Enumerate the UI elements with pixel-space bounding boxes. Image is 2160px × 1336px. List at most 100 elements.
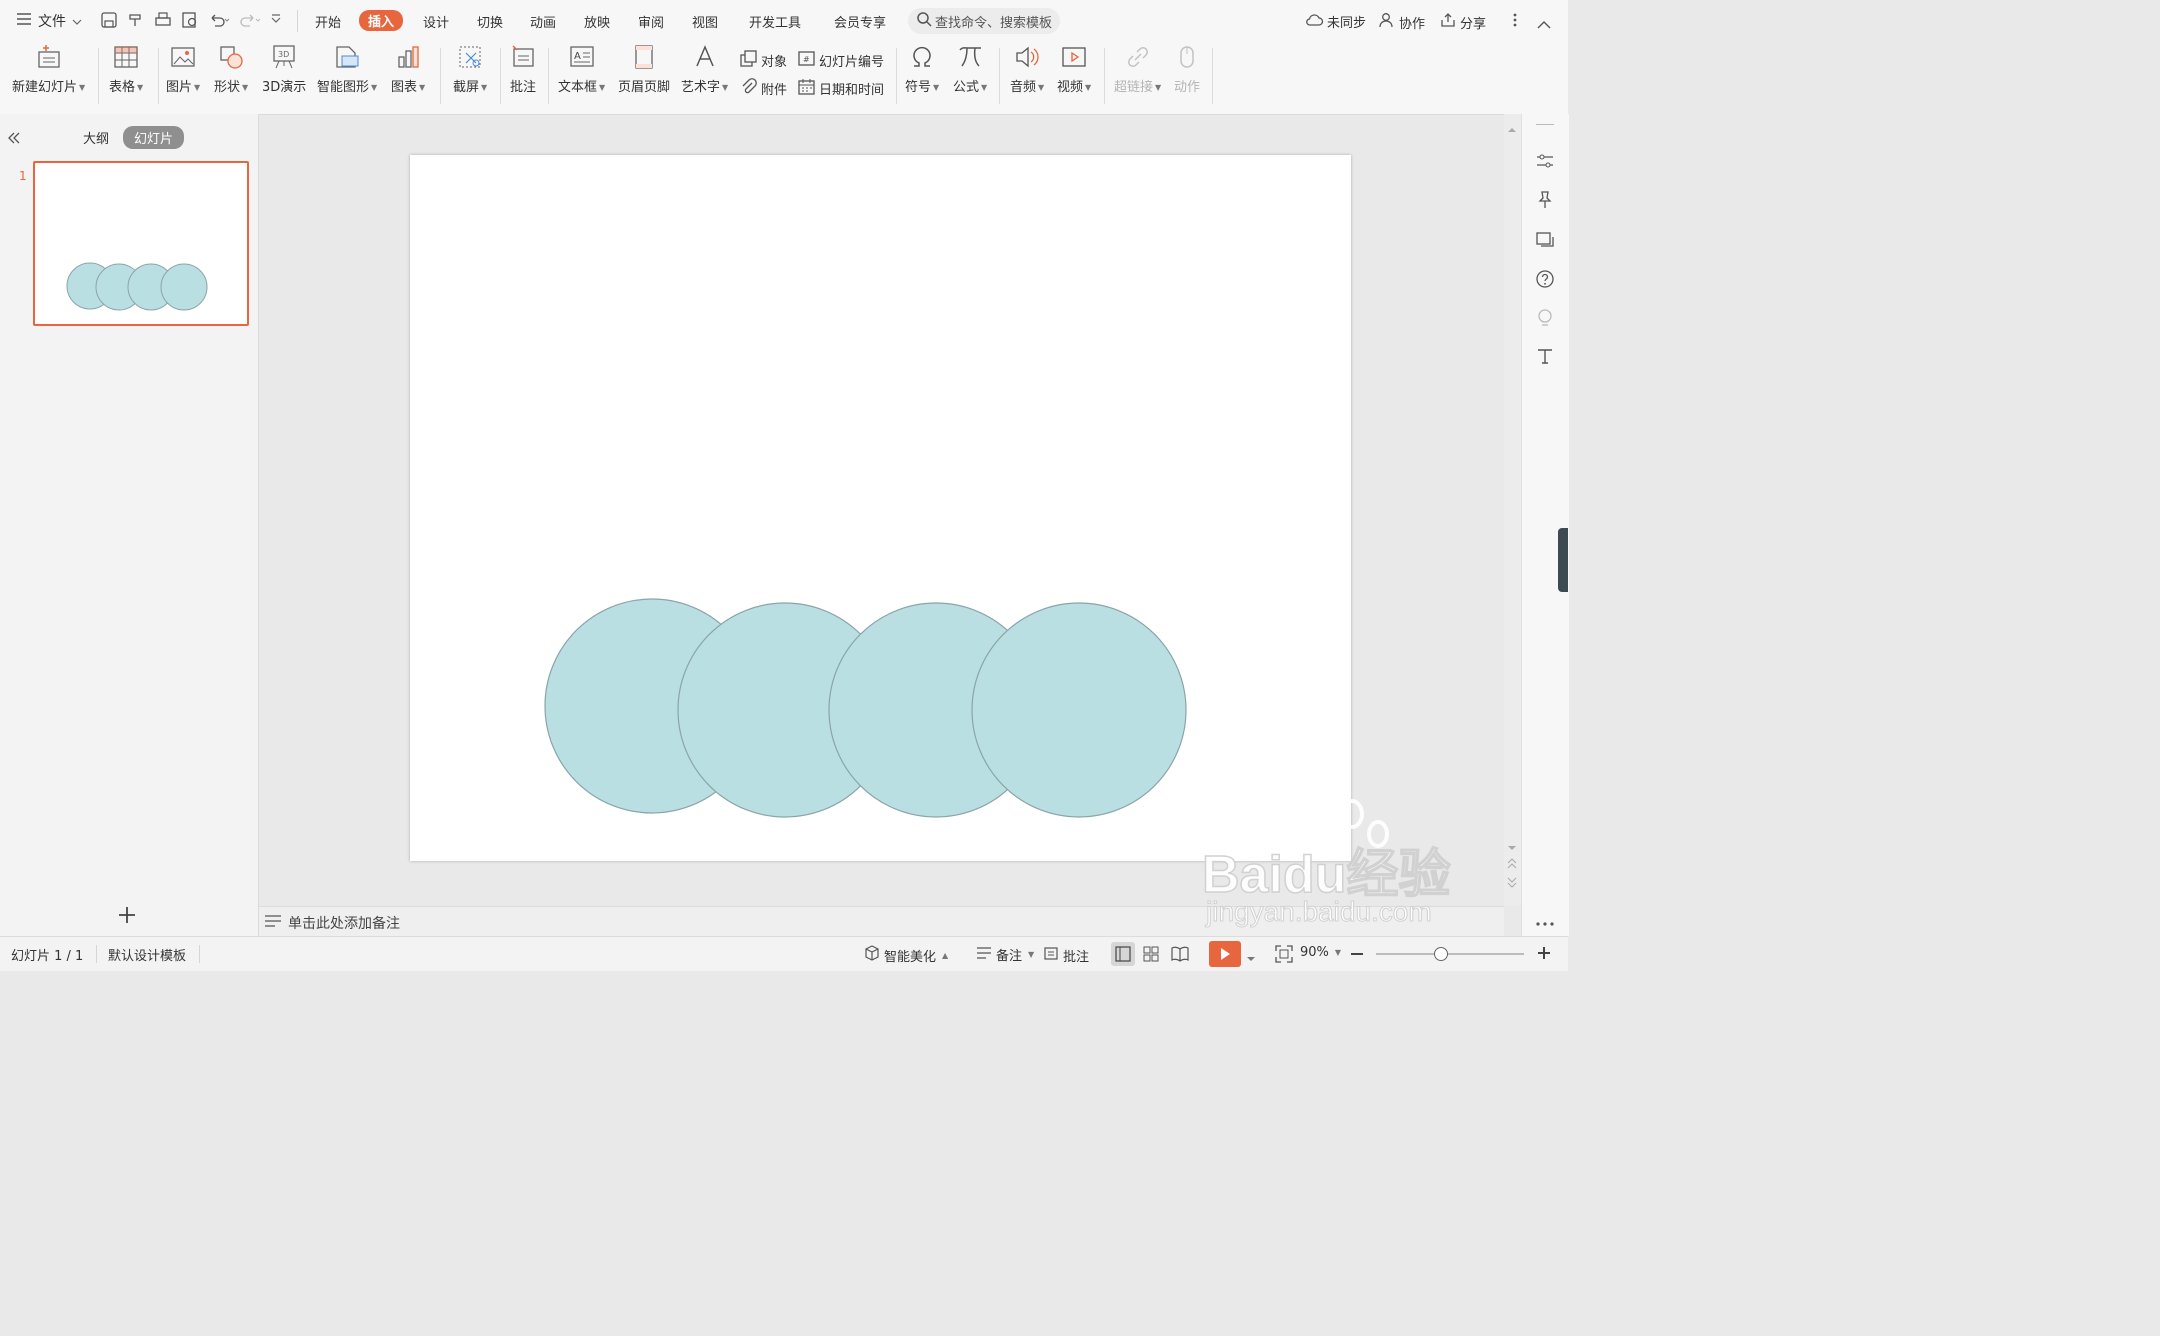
sync-status[interactable]: 未同步 <box>1305 12 1366 31</box>
command-search[interactable]: 查找命令、搜索模板 <box>908 8 1060 34</box>
properties-icon[interactable] <box>1535 151 1555 175</box>
circle-shape-4[interactable] <box>971 602 1187 818</box>
add-slide-button[interactable] <box>118 906 136 928</box>
slide-number-button[interactable]: # 幻灯片编号 <box>798 50 884 71</box>
scroll-up-icon[interactable] <box>1508 118 1516 137</box>
vertical-scrollbar[interactable] <box>1504 114 1521 906</box>
tab-review[interactable]: 审阅 <box>638 12 664 31</box>
tab-start[interactable]: 开始 <box>315 12 341 31</box>
print-icon[interactable] <box>154 11 172 33</box>
reading-view-icon[interactable] <box>1171 946 1189 966</box>
omega-icon <box>909 44 935 70</box>
tab-membership[interactable]: 会员专享 <box>834 12 886 31</box>
floating-widget[interactable] <box>1558 528 1568 592</box>
notes-pane[interactable]: 单击此处添加备注 <box>259 906 1504 937</box>
play-slideshow-button[interactable] <box>1209 941 1241 967</box>
smart-beautify-button[interactable]: 智能美化 ▲ <box>864 945 948 965</box>
customize-toolbar-icon[interactable] <box>270 11 282 33</box>
tab-transition[interactable]: 切换 <box>477 12 503 31</box>
textbox-button[interactable]: A 文本框 ▼ <box>558 44 605 95</box>
smart-art-button[interactable]: 智能图形 ▼ <box>317 44 377 95</box>
redo-icon[interactable] <box>239 11 261 33</box>
formula-label: 公式 <box>953 80 980 95</box>
chart-button[interactable]: 图表 ▼ <box>391 44 425 95</box>
picture-button[interactable]: 图片 ▼ <box>166 44 200 95</box>
zoom-slider-thumb[interactable] <box>1434 947 1448 961</box>
collapse-panel-icon[interactable] <box>8 129 20 148</box>
shape-button[interactable]: 形状 ▼ <box>214 44 248 95</box>
file-menu[interactable]: 文件 <box>16 11 82 31</box>
wordart-button[interactable]: 艺术字 ▼ <box>681 44 728 95</box>
slide-sorter-icon[interactable] <box>1143 946 1159 966</box>
hyperlink-button[interactable]: 超链接 ▼ <box>1114 44 1161 95</box>
notes-toggle-icon <box>976 946 992 964</box>
drag-handle <box>1536 124 1554 125</box>
hyperlink-label: 超链接 <box>1114 80 1154 95</box>
new-slide-button[interactable]: 新建幻灯片 ▼ <box>12 44 85 95</box>
tab-insert[interactable]: 插入 <box>359 10 404 31</box>
object-button[interactable]: 对象 <box>740 50 787 71</box>
notes-icon <box>264 914 282 932</box>
header-footer-label: 页眉页脚 <box>618 80 671 95</box>
divider <box>96 945 97 963</box>
normal-view-icon[interactable] <box>1111 942 1135 966</box>
more-options-icon[interactable] <box>1512 12 1518 32</box>
share-button[interactable]: 分享 <box>1440 12 1486 32</box>
audio-label: 音频 <box>1010 80 1037 95</box>
table-button[interactable]: 表格 ▼ <box>109 44 143 95</box>
tab-view[interactable]: 视图 <box>692 12 718 31</box>
lightbulb-icon[interactable] <box>1535 308 1555 332</box>
tab-developer[interactable]: 开发工具 <box>749 12 801 31</box>
header-footer-button[interactable]: 页眉页脚 <box>618 44 670 95</box>
format-painter-icon[interactable] <box>127 11 145 33</box>
divider <box>500 48 501 104</box>
zoom-out-icon[interactable] <box>1351 953 1363 955</box>
date-time-button[interactable]: 日期和时间 <box>798 78 884 99</box>
scroll-down-icon[interactable] <box>1508 836 1516 855</box>
3d-demo-button[interactable]: 3D 3D演示 <box>262 44 306 95</box>
tab-slides[interactable]: 幻灯片 <box>123 126 185 149</box>
collaborate-button[interactable]: 协作 <box>1379 12 1425 32</box>
picture-label: 图片 <box>166 80 193 95</box>
zoom-in-icon[interactable] <box>1538 947 1550 963</box>
more-tools-icon[interactable] <box>1535 912 1555 931</box>
screenshot-button[interactable]: 截屏 ▼ <box>453 44 487 95</box>
action-button[interactable]: 动作 <box>1174 44 1200 95</box>
zoom-slider[interactable] <box>1376 947 1524 961</box>
print-preview-icon[interactable] <box>181 11 199 33</box>
save-icon[interactable] <box>100 11 118 33</box>
collapse-ribbon-icon[interactable] <box>1537 14 1551 33</box>
tab-slideshow[interactable]: 放映 <box>584 12 610 31</box>
header-footer-icon <box>631 44 657 70</box>
slideshow-options-icon[interactable] <box>1247 951 1255 966</box>
link-icon <box>1125 44 1151 70</box>
pin-icon[interactable] <box>1535 190 1555 214</box>
help-icon[interactable] <box>1535 269 1555 293</box>
comments-toggle-button[interactable]: 批注 <box>1043 945 1089 965</box>
slide-thumbnail[interactable] <box>33 161 249 326</box>
tab-animation[interactable]: 动画 <box>530 12 556 31</box>
next-slide-icon[interactable] <box>1507 872 1517 891</box>
prev-slide-icon[interactable] <box>1507 854 1517 873</box>
zoom-level[interactable]: 90% ▼ <box>1300 945 1341 960</box>
undo-icon[interactable] <box>208 11 230 33</box>
fit-to-window-icon[interactable] <box>1275 945 1293 967</box>
tab-design[interactable]: 设计 <box>423 12 449 31</box>
audio-button[interactable]: 音频 ▼ <box>1010 44 1044 95</box>
symbol-button[interactable]: 符号 ▼ <box>905 44 939 95</box>
slide-switch-icon[interactable] <box>1535 229 1555 253</box>
formula-button[interactable]: 公式 ▼ <box>953 44 987 95</box>
search-input[interactable]: 查找命令、搜索模板 <box>935 12 1052 31</box>
template-name[interactable]: 默认设计模板 <box>108 945 186 964</box>
comment-button[interactable]: 批注 <box>510 44 536 95</box>
slide-canvas[interactable] <box>410 155 1351 861</box>
notes-toggle-button[interactable]: 备注 ▼ <box>976 945 1034 964</box>
text-format-icon[interactable] <box>1536 347 1554 369</box>
tab-outline[interactable]: 大纲 <box>83 128 109 147</box>
picture-icon <box>170 44 196 70</box>
attachment-button[interactable]: 附件 <box>740 78 787 99</box>
svg-text:A: A <box>574 51 581 62</box>
cloud-icon <box>1305 13 1324 31</box>
video-button[interactable]: 视频 ▼ <box>1057 44 1091 95</box>
pi-icon <box>957 44 983 70</box>
